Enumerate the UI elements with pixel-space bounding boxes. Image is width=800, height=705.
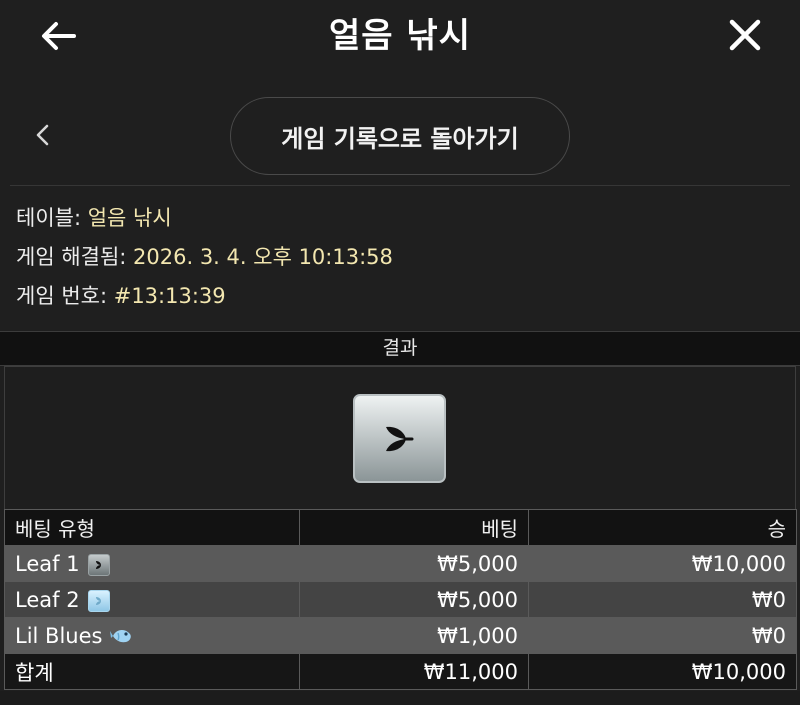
table-header-row: 베팅 유형 베팅 승 [4,509,797,546]
bet-type-cell: Lil Blues [4,617,300,654]
top-bar: 얼음 낚시 [0,0,800,75]
col-header-bet-type: 베팅 유형 [4,509,300,546]
fish-icon [110,625,132,647]
total-row: 합계 ₩11,000 ₩10,000 [4,653,797,690]
leaf-2-icon [87,589,110,612]
win-amount-cell: ₩0 [528,581,797,618]
win-amount-cell: ₩10,000 [528,545,797,582]
table-row: Leaf 2 ₩5,000 ₩0 [4,581,797,618]
result-area [4,366,796,510]
table-row: Leaf 1 ₩5,000 ₩10,000 [4,545,797,582]
win-amount-cell: ₩0 [528,617,797,654]
resolved-info: 게임 해결됨: 2026. 3. 4. 오후 10:13:58 [16,241,393,280]
bets-table: 베팅 유형 베팅 승 Leaf 1 ₩5,000 ₩10,000 Leaf 2 … [4,509,797,690]
bet-type-label: Leaf 1 [15,551,80,576]
total-label: 합계 [4,653,300,690]
leaf-1-icon [87,553,110,576]
bet-type-cell: Leaf 2 [4,581,300,618]
table-value: 얼음 낚시 [87,206,172,230]
bet-type-cell: Leaf 1 [4,545,300,582]
bet-type-label: Lil Blues [15,623,103,648]
bet-amount-cell: ₩5,000 [299,581,529,618]
leaf-symbol-icon [353,394,446,483]
game-number-label: 게임 번호: [16,284,114,308]
col-header-bet: 베팅 [299,509,529,546]
col-header-win: 승 [528,509,797,546]
table-row: Lil Blues ₩1,000 ₩0 [4,617,797,654]
divider [10,185,790,186]
table-info: 테이블: 얼음 낚시 [16,202,393,241]
bet-amount-cell: ₩1,000 [299,617,529,654]
result-header: 결과 [0,331,800,366]
table-label: 테이블: [16,206,88,230]
chevron-left-icon[interactable] [24,115,60,155]
game-number-value: #13:13:39 [113,284,226,308]
page-title: 얼음 낚시 [329,16,471,56]
resolved-value: 2026. 3. 4. 오후 10:13:58 [133,245,393,269]
game-info: 테이블: 얼음 낚시 게임 해결됨: 2026. 3. 4. 오후 10:13:… [16,202,393,319]
back-to-history-button[interactable]: 게임 기록으로 돌아가기 [230,97,570,175]
resolved-label: 게임 해결됨: [16,245,134,269]
footer-space [0,691,800,705]
game-number-info: 게임 번호: #13:13:39 [16,280,393,319]
bet-amount-cell: ₩5,000 [299,545,529,582]
bet-type-label: Leaf 2 [15,587,80,612]
history-nav: 게임 기록으로 돌아가기 [0,95,800,177]
close-icon[interactable] [722,12,768,58]
total-win: ₩10,000 [528,653,797,690]
total-bet: ₩11,000 [299,653,529,690]
